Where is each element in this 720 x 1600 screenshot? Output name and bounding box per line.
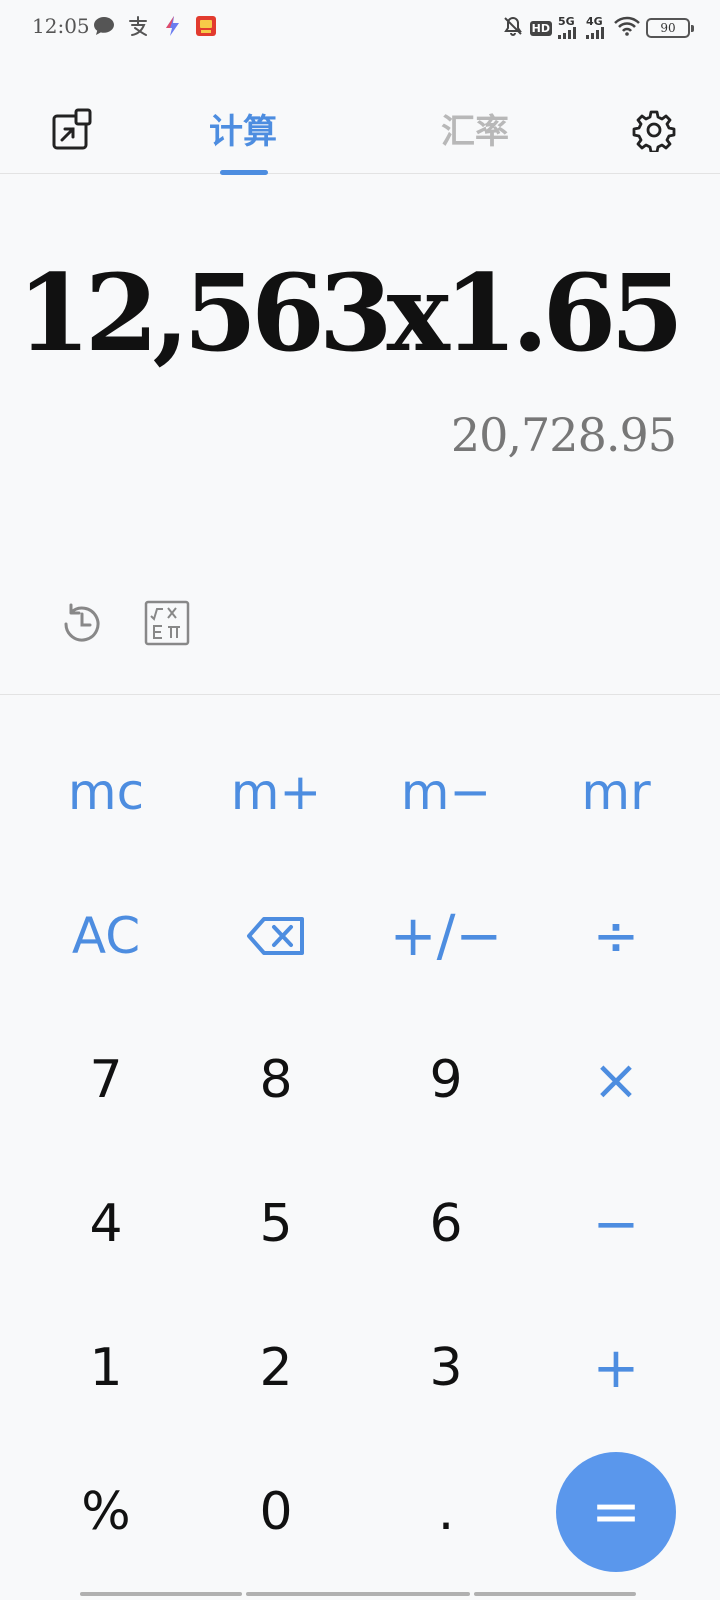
digit-6-key[interactable]: 6 [361, 1152, 531, 1296]
mute-icon [502, 15, 524, 41]
all-clear-key[interactable]: AC [21, 864, 191, 1008]
multiply-key[interactable]: × [531, 1008, 701, 1152]
nav-segment-middle [246, 1592, 470, 1596]
display-divider [0, 694, 720, 695]
backspace-icon [247, 917, 304, 955]
signal-5g-icon: 5G [558, 15, 580, 39]
bolt-app-icon [160, 14, 184, 38]
digit-8-key[interactable]: 8 [191, 1008, 361, 1152]
nav-segment-left [80, 1592, 242, 1596]
wifi-icon [614, 15, 640, 41]
memory-recall-key[interactable]: mr [531, 720, 701, 864]
active-tab-indicator [220, 170, 268, 175]
history-button[interactable] [58, 600, 106, 648]
equals-key[interactable]: = [556, 1452, 676, 1572]
subtract-key[interactable]: − [531, 1152, 701, 1296]
signal-4g-icon: 4G [586, 15, 608, 39]
tab-calculate[interactable]: 计算 [209, 104, 277, 153]
alipay-icon [126, 14, 150, 38]
add-key[interactable]: + [531, 1296, 701, 1440]
battery-icon: 90 [646, 18, 694, 38]
settings-button[interactable] [632, 108, 676, 154]
gear-icon [632, 110, 676, 154]
notification-icons [92, 14, 218, 38]
nav-segment-right [474, 1592, 636, 1596]
keypad: mc m+ m− mr AC +/− ÷ 7 8 9 × 4 5 6 − 1 2… [0, 720, 720, 1584]
navigation-bar [80, 1592, 636, 1596]
network-4g-label: 4G [586, 15, 603, 28]
scientific-calculator-icon [144, 600, 190, 646]
battery-level: 90 [660, 21, 676, 35]
status-bar: 12:05 HD 5G 4G 90 [0, 0, 720, 56]
digit-5-key[interactable]: 5 [191, 1152, 361, 1296]
memory-clear-key[interactable]: mc [21, 720, 191, 864]
network-5g-label: 5G [558, 15, 575, 28]
shopping-app-icon [194, 14, 218, 38]
equals-key-cell: = [531, 1440, 701, 1584]
status-right: HD 5G 4G 90 [502, 14, 694, 42]
scientific-mode-button[interactable] [144, 600, 190, 646]
hd-badge: HD [529, 20, 552, 36]
digit-1-key[interactable]: 1 [21, 1296, 191, 1440]
digit-7-key[interactable]: 7 [21, 1008, 191, 1152]
tab-exchange-rate[interactable]: 汇率 [441, 104, 509, 153]
backspace-key[interactable] [191, 864, 361, 1008]
memory-add-key[interactable]: m+ [191, 720, 361, 864]
decimal-point-key[interactable]: . [361, 1440, 531, 1584]
digit-0-key[interactable]: 0 [191, 1440, 361, 1584]
floating-window-button[interactable] [50, 108, 94, 152]
result-display: 20,728.95 [450, 408, 677, 462]
memory-subtract-key[interactable]: m− [361, 720, 531, 864]
chat-bubble-icon [92, 14, 116, 38]
expression-display: 12,563x1.65 [16, 250, 684, 375]
digit-2-key[interactable]: 2 [191, 1296, 361, 1440]
digit-3-key[interactable]: 3 [361, 1296, 531, 1440]
tab-header: 计算 汇率 [0, 90, 720, 175]
status-time: 12:05 [32, 14, 90, 38]
floating-window-icon [52, 108, 92, 150]
digit-9-key[interactable]: 9 [361, 1008, 531, 1152]
percent-key[interactable]: % [21, 1440, 191, 1584]
digit-4-key[interactable]: 4 [21, 1152, 191, 1296]
divide-key[interactable]: ÷ [531, 864, 701, 1008]
plus-minus-key[interactable]: +/− [361, 864, 531, 1008]
history-icon [64, 603, 100, 642]
